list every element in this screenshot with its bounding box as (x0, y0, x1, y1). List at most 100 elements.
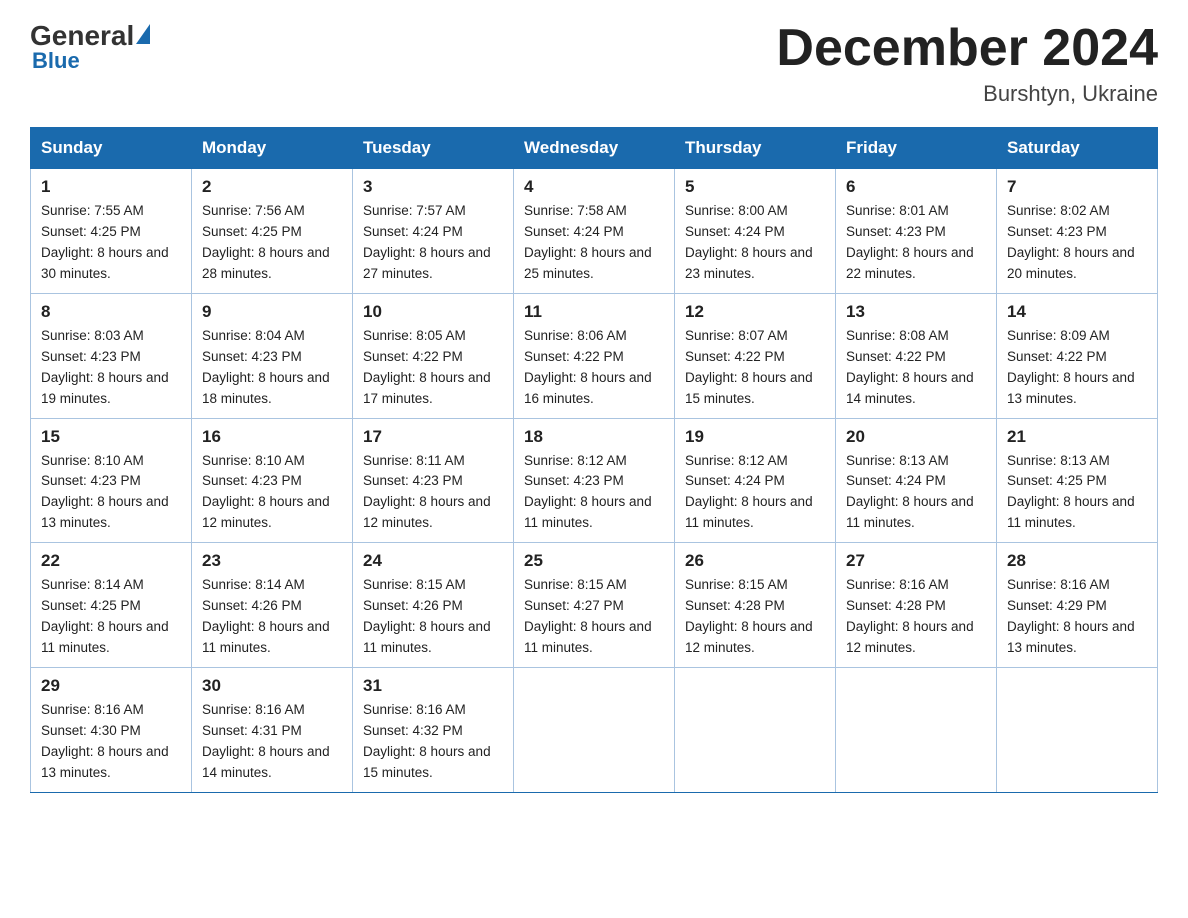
day-info: Sunrise: 8:02 AM Sunset: 4:23 PM Dayligh… (1007, 201, 1147, 285)
day-number: 22 (41, 551, 181, 571)
calendar-day-cell: 22 Sunrise: 8:14 AM Sunset: 4:25 PM Dayl… (31, 543, 192, 668)
day-info: Sunrise: 7:58 AM Sunset: 4:24 PM Dayligh… (524, 201, 664, 285)
day-number: 13 (846, 302, 986, 322)
day-number: 6 (846, 177, 986, 197)
calendar-week-row: 22 Sunrise: 8:14 AM Sunset: 4:25 PM Dayl… (31, 543, 1158, 668)
calendar-day-cell: 19 Sunrise: 8:12 AM Sunset: 4:24 PM Dayl… (675, 418, 836, 543)
calendar-day-cell: 10 Sunrise: 8:05 AM Sunset: 4:22 PM Dayl… (353, 293, 514, 418)
calendar-day-cell: 1 Sunrise: 7:55 AM Sunset: 4:25 PM Dayli… (31, 169, 192, 294)
day-info: Sunrise: 8:05 AM Sunset: 4:22 PM Dayligh… (363, 326, 503, 410)
day-info: Sunrise: 8:11 AM Sunset: 4:23 PM Dayligh… (363, 451, 503, 535)
day-number: 31 (363, 676, 503, 696)
day-number: 26 (685, 551, 825, 571)
calendar-day-cell: 23 Sunrise: 8:14 AM Sunset: 4:26 PM Dayl… (192, 543, 353, 668)
calendar-day-cell: 11 Sunrise: 8:06 AM Sunset: 4:22 PM Dayl… (514, 293, 675, 418)
calendar-day-cell (675, 667, 836, 792)
calendar-header-row: SundayMondayTuesdayWednesdayThursdayFrid… (31, 128, 1158, 169)
calendar-day-cell: 13 Sunrise: 8:08 AM Sunset: 4:22 PM Dayl… (836, 293, 997, 418)
calendar-day-cell: 26 Sunrise: 8:15 AM Sunset: 4:28 PM Dayl… (675, 543, 836, 668)
location-subtitle: Burshtyn, Ukraine (776, 81, 1158, 107)
day-number: 15 (41, 427, 181, 447)
day-info: Sunrise: 8:15 AM Sunset: 4:27 PM Dayligh… (524, 575, 664, 659)
day-number: 9 (202, 302, 342, 322)
calendar-day-cell: 8 Sunrise: 8:03 AM Sunset: 4:23 PM Dayli… (31, 293, 192, 418)
day-number: 25 (524, 551, 664, 571)
logo: General Blue (30, 20, 150, 74)
calendar-day-cell: 2 Sunrise: 7:56 AM Sunset: 4:25 PM Dayli… (192, 169, 353, 294)
day-number: 7 (1007, 177, 1147, 197)
calendar-day-cell: 18 Sunrise: 8:12 AM Sunset: 4:23 PM Dayl… (514, 418, 675, 543)
day-info: Sunrise: 8:10 AM Sunset: 4:23 PM Dayligh… (41, 451, 181, 535)
day-info: Sunrise: 8:14 AM Sunset: 4:25 PM Dayligh… (41, 575, 181, 659)
day-info: Sunrise: 8:08 AM Sunset: 4:22 PM Dayligh… (846, 326, 986, 410)
day-info: Sunrise: 7:56 AM Sunset: 4:25 PM Dayligh… (202, 201, 342, 285)
day-of-week-header: Thursday (675, 128, 836, 169)
day-info: Sunrise: 8:07 AM Sunset: 4:22 PM Dayligh… (685, 326, 825, 410)
calendar-day-cell (997, 667, 1158, 792)
day-info: Sunrise: 8:00 AM Sunset: 4:24 PM Dayligh… (685, 201, 825, 285)
calendar-day-cell: 21 Sunrise: 8:13 AM Sunset: 4:25 PM Dayl… (997, 418, 1158, 543)
day-number: 19 (685, 427, 825, 447)
day-info: Sunrise: 8:01 AM Sunset: 4:23 PM Dayligh… (846, 201, 986, 285)
calendar-day-cell: 25 Sunrise: 8:15 AM Sunset: 4:27 PM Dayl… (514, 543, 675, 668)
day-number: 29 (41, 676, 181, 696)
day-of-week-header: Wednesday (514, 128, 675, 169)
calendar-day-cell: 28 Sunrise: 8:16 AM Sunset: 4:29 PM Dayl… (997, 543, 1158, 668)
calendar-day-cell: 17 Sunrise: 8:11 AM Sunset: 4:23 PM Dayl… (353, 418, 514, 543)
calendar-day-cell: 3 Sunrise: 7:57 AM Sunset: 4:24 PM Dayli… (353, 169, 514, 294)
calendar-week-row: 8 Sunrise: 8:03 AM Sunset: 4:23 PM Dayli… (31, 293, 1158, 418)
calendar-day-cell: 16 Sunrise: 8:10 AM Sunset: 4:23 PM Dayl… (192, 418, 353, 543)
calendar-week-row: 15 Sunrise: 8:10 AM Sunset: 4:23 PM Dayl… (31, 418, 1158, 543)
day-info: Sunrise: 8:13 AM Sunset: 4:24 PM Dayligh… (846, 451, 986, 535)
day-info: Sunrise: 8:12 AM Sunset: 4:24 PM Dayligh… (685, 451, 825, 535)
calendar-table: SundayMondayTuesdayWednesdayThursdayFrid… (30, 127, 1158, 792)
day-number: 17 (363, 427, 503, 447)
day-number: 27 (846, 551, 986, 571)
day-number: 10 (363, 302, 503, 322)
calendar-day-cell: 31 Sunrise: 8:16 AM Sunset: 4:32 PM Dayl… (353, 667, 514, 792)
day-info: Sunrise: 8:10 AM Sunset: 4:23 PM Dayligh… (202, 451, 342, 535)
calendar-day-cell: 7 Sunrise: 8:02 AM Sunset: 4:23 PM Dayli… (997, 169, 1158, 294)
day-number: 20 (846, 427, 986, 447)
calendar-day-cell: 6 Sunrise: 8:01 AM Sunset: 4:23 PM Dayli… (836, 169, 997, 294)
calendar-week-row: 1 Sunrise: 7:55 AM Sunset: 4:25 PM Dayli… (31, 169, 1158, 294)
day-number: 16 (202, 427, 342, 447)
day-info: Sunrise: 7:57 AM Sunset: 4:24 PM Dayligh… (363, 201, 503, 285)
calendar-day-cell: 12 Sunrise: 8:07 AM Sunset: 4:22 PM Dayl… (675, 293, 836, 418)
day-of-week-header: Monday (192, 128, 353, 169)
logo-triangle-icon (136, 24, 150, 44)
day-info: Sunrise: 8:06 AM Sunset: 4:22 PM Dayligh… (524, 326, 664, 410)
day-number: 3 (363, 177, 503, 197)
day-number: 30 (202, 676, 342, 696)
calendar-day-cell: 29 Sunrise: 8:16 AM Sunset: 4:30 PM Dayl… (31, 667, 192, 792)
day-info: Sunrise: 8:16 AM Sunset: 4:31 PM Dayligh… (202, 700, 342, 784)
day-number: 1 (41, 177, 181, 197)
month-title: December 2024 (776, 20, 1158, 77)
page-header: General Blue December 2024 Burshtyn, Ukr… (30, 20, 1158, 107)
calendar-day-cell: 14 Sunrise: 8:09 AM Sunset: 4:22 PM Dayl… (997, 293, 1158, 418)
day-info: Sunrise: 8:03 AM Sunset: 4:23 PM Dayligh… (41, 326, 181, 410)
day-info: Sunrise: 8:16 AM Sunset: 4:32 PM Dayligh… (363, 700, 503, 784)
day-info: Sunrise: 8:12 AM Sunset: 4:23 PM Dayligh… (524, 451, 664, 535)
day-number: 8 (41, 302, 181, 322)
day-info: Sunrise: 8:15 AM Sunset: 4:28 PM Dayligh… (685, 575, 825, 659)
day-info: Sunrise: 8:16 AM Sunset: 4:30 PM Dayligh… (41, 700, 181, 784)
calendar-day-cell: 5 Sunrise: 8:00 AM Sunset: 4:24 PM Dayli… (675, 169, 836, 294)
calendar-week-row: 29 Sunrise: 8:16 AM Sunset: 4:30 PM Dayl… (31, 667, 1158, 792)
day-number: 14 (1007, 302, 1147, 322)
day-info: Sunrise: 8:09 AM Sunset: 4:22 PM Dayligh… (1007, 326, 1147, 410)
calendar-day-cell: 27 Sunrise: 8:16 AM Sunset: 4:28 PM Dayl… (836, 543, 997, 668)
day-info: Sunrise: 8:15 AM Sunset: 4:26 PM Dayligh… (363, 575, 503, 659)
logo-blue-text: Blue (32, 48, 80, 74)
day-info: Sunrise: 8:04 AM Sunset: 4:23 PM Dayligh… (202, 326, 342, 410)
calendar-day-cell (836, 667, 997, 792)
day-number: 12 (685, 302, 825, 322)
day-of-week-header: Tuesday (353, 128, 514, 169)
day-number: 24 (363, 551, 503, 571)
calendar-day-cell: 4 Sunrise: 7:58 AM Sunset: 4:24 PM Dayli… (514, 169, 675, 294)
day-number: 28 (1007, 551, 1147, 571)
day-number: 2 (202, 177, 342, 197)
day-number: 11 (524, 302, 664, 322)
day-of-week-header: Saturday (997, 128, 1158, 169)
calendar-day-cell (514, 667, 675, 792)
